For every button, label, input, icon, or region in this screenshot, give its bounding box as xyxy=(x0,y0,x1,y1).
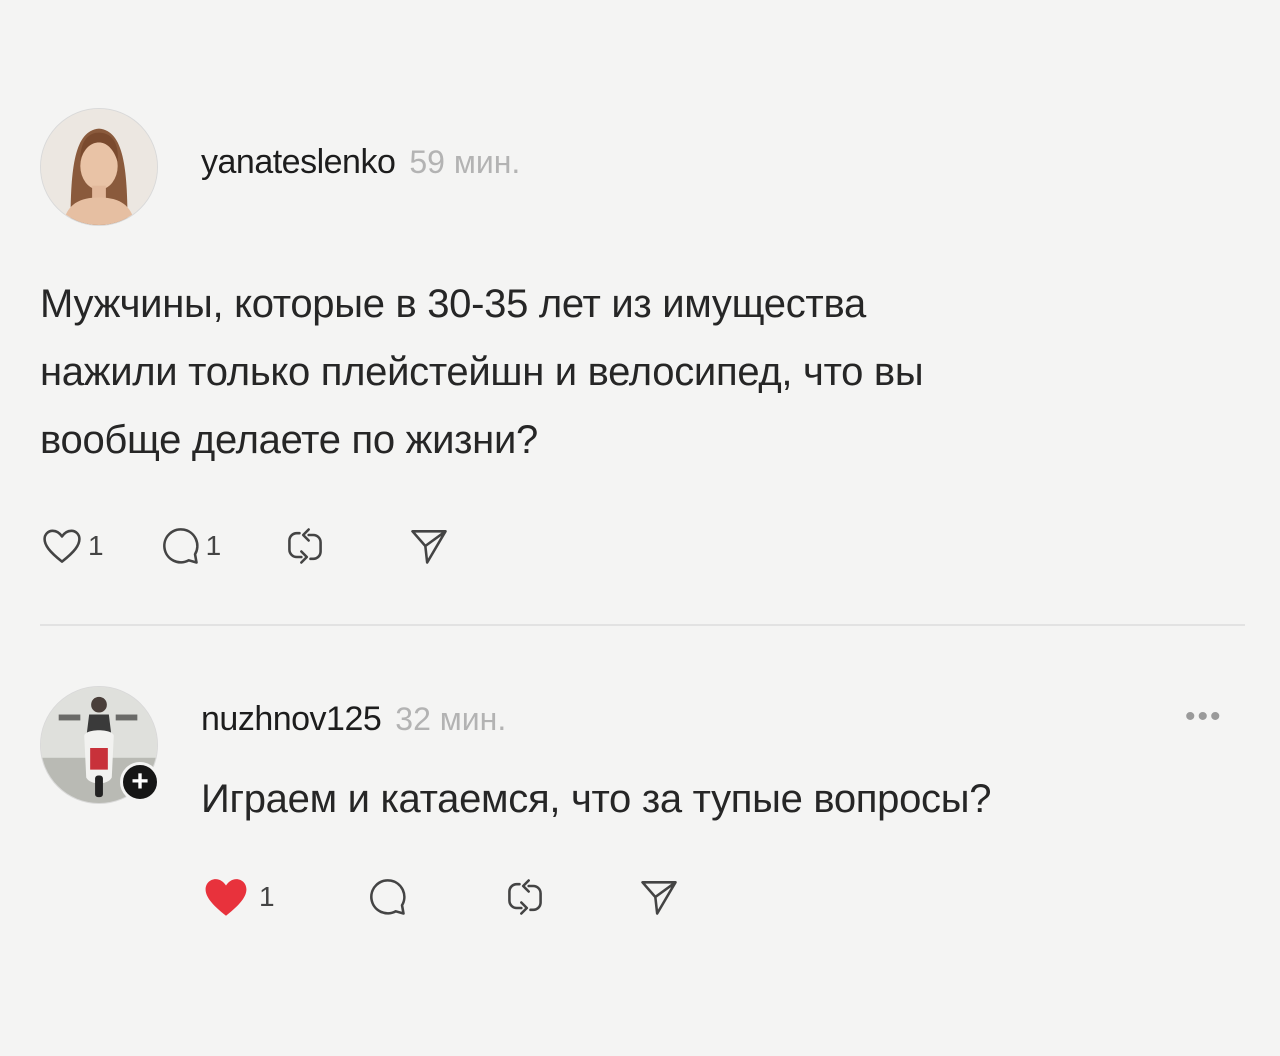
thread-divider xyxy=(40,624,1245,626)
comment-icon xyxy=(369,879,406,915)
post-body: Мужчины, которые в 30-35 лет из имуществ… xyxy=(40,270,1240,474)
repost-button[interactable] xyxy=(283,524,327,568)
comment-icon xyxy=(162,528,199,564)
reply-header: nuzhnov125 32 мин. xyxy=(201,700,506,739)
share-button[interactable] xyxy=(407,524,451,568)
reply-like-button[interactable]: 1 xyxy=(201,872,275,922)
post-text-line: вообще делаете по жизни? xyxy=(40,418,538,462)
more-options-button[interactable]: ••• xyxy=(1185,700,1223,734)
post-avatar[interactable] xyxy=(40,108,158,226)
reply-body: Играем и катаемся, что за тупые вопросы? xyxy=(201,765,1241,833)
plus-icon: + xyxy=(131,765,149,798)
repost-icon xyxy=(507,879,542,915)
post-timestamp: 59 мин. xyxy=(409,144,521,180)
ellipsis-icon: ••• xyxy=(1185,700,1223,733)
thread-view: yanateslenko 59 мин. Мужчины, которые в … xyxy=(0,0,1280,1056)
post-text-line: Мужчины, которые в 30-35 лет из имуществ… xyxy=(40,282,866,326)
reply-like-count: 1 xyxy=(259,881,275,912)
portrait-image xyxy=(41,109,157,225)
post-header: yanateslenko 59 мин. xyxy=(201,143,520,182)
like-count: 1 xyxy=(88,530,104,561)
like-button[interactable]: 1 xyxy=(40,524,104,568)
share-icon xyxy=(640,881,677,915)
reply-timestamp: 32 мин. xyxy=(395,701,507,737)
follow-plus-button[interactable]: + xyxy=(120,762,160,802)
post-username[interactable]: yanateslenko xyxy=(201,143,396,182)
reply-username[interactable]: nuzhnov125 xyxy=(201,700,382,739)
reply-actions: 1 xyxy=(201,872,681,922)
heart-icon xyxy=(43,529,81,563)
reply-button[interactable]: 1 xyxy=(158,524,222,568)
reply-repost-button[interactable] xyxy=(503,875,547,919)
reply-text: Играем и катаемся, что за тупые вопросы? xyxy=(201,777,992,821)
heart-filled-icon xyxy=(205,879,247,916)
reply-reply-button[interactable] xyxy=(365,875,409,919)
share-icon xyxy=(411,530,447,564)
reply-count: 1 xyxy=(205,530,222,561)
repost-icon xyxy=(288,528,323,564)
reply-share-button[interactable] xyxy=(637,875,681,919)
post-actions: 1 1 xyxy=(40,524,451,568)
post-text-line: нажили только плейстейшн и велосипед, чт… xyxy=(40,350,924,394)
